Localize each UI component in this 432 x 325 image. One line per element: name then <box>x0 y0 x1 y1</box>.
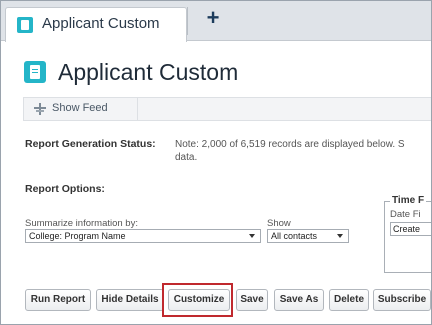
show-feed-button[interactable]: Show Feed <box>24 98 138 120</box>
plus-icon[interactable]: + <box>202 6 224 30</box>
date-field-select[interactable]: Create <box>390 222 431 236</box>
summarize-value: College: Program Name <box>29 231 126 241</box>
delete-button[interactable]: Delete <box>329 289 369 311</box>
date-field-label: Date Fi <box>390 209 421 220</box>
show-feed-label: Show Feed <box>52 102 108 114</box>
show-select[interactable]: All contacts <box>267 229 349 243</box>
tab-bar: Applicant Custom + <box>1 1 431 42</box>
report-icon <box>24 61 46 83</box>
report-icon <box>17 17 33 33</box>
save-button[interactable]: Save <box>236 289 268 311</box>
app-window: Applicant Custom + Applicant Custom Show… <box>0 0 432 325</box>
report-options-label: Report Options: <box>25 183 105 195</box>
tab-applicant-custom[interactable]: Applicant Custom <box>5 7 187 42</box>
run-report-button[interactable]: Run Report <box>25 289 91 311</box>
subscribe-button[interactable]: Subscribe <box>373 289 431 311</box>
summarize-label: Summarize information by: <box>25 218 138 229</box>
hide-details-button[interactable]: Hide Details <box>96 289 164 311</box>
status-label: Report Generation Status: <box>25 138 156 150</box>
tab-divider <box>187 7 188 35</box>
feed-icon <box>34 103 46 115</box>
summarize-select[interactable]: College: Program Name <box>25 229 261 243</box>
show-label: Show <box>267 218 291 229</box>
show-value: All contacts <box>271 231 318 241</box>
page-title: Applicant Custom <box>58 59 239 85</box>
chevron-down-icon <box>249 234 255 238</box>
feed-bar: Show Feed <box>23 97 431 121</box>
time-frame-legend: Time F <box>390 195 427 206</box>
status-text: Note: 2,000 of 6,519 records are display… <box>175 139 405 163</box>
save-as-button[interactable]: Save As <box>274 289 324 311</box>
customize-highlight-box <box>162 283 233 317</box>
tab-label: Applicant Custom <box>42 15 160 32</box>
chevron-down-icon <box>337 234 343 238</box>
